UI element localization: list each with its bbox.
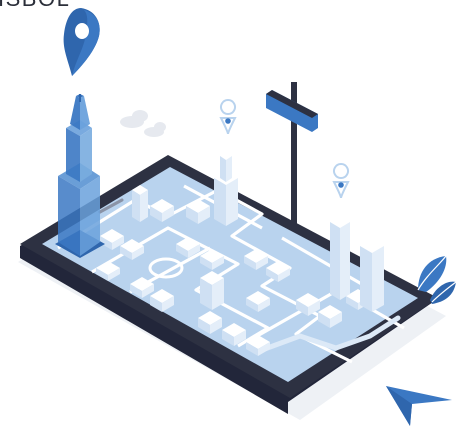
- tower-right-1: [330, 216, 350, 300]
- skyscraper-icon: [55, 94, 105, 258]
- small-pin-1: [219, 99, 237, 135]
- tower-mid: [200, 271, 224, 310]
- navigation-arrow-icon: [386, 386, 452, 426]
- tower-center: [214, 152, 238, 226]
- signpost-icon: [266, 82, 318, 228]
- small-pin-2: [332, 163, 350, 199]
- cloud-icon: [120, 110, 166, 137]
- map-pin-icon: [63, 8, 100, 76]
- isometric-map-illustration: [18, 8, 457, 426]
- tower-left-small: [132, 185, 148, 222]
- tower-right-2: [360, 239, 384, 312]
